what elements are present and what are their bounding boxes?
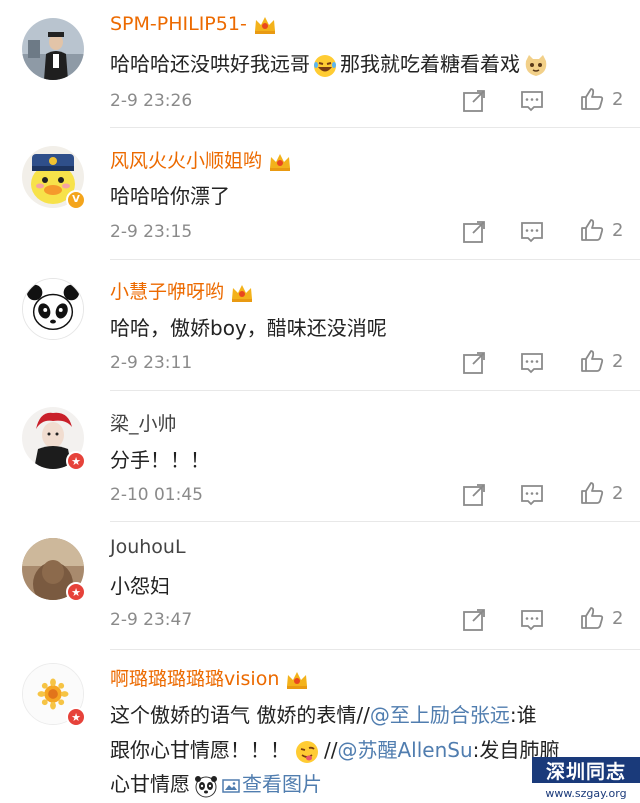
member-badge-icon: ★	[66, 451, 86, 471]
comment-text: 分手！！！	[110, 448, 210, 472]
avatar[interactable]: ★	[22, 663, 86, 727]
mention-link[interactable]: @苏醒AllenSu	[337, 738, 472, 762]
watermark-logo: 深圳同志	[532, 757, 640, 783]
timestamp: 2-9 23:15	[110, 222, 193, 242]
like-count: 2	[612, 483, 624, 504]
comment-text-line3: 心甘情愿 查看图片	[110, 772, 322, 797]
comment-item: SPM-PHILIP51- 哈哈哈还没哄好我远哥 那我就吃着糖看着戏 2-9 23…	[0, 0, 640, 128]
comment-item: 小慧子咿呀哟 哈哈，傲娇boy，醋味还没消呢 2-9 23:11 2	[0, 260, 640, 391]
mention-link[interactable]: @至上励合张远	[370, 703, 510, 727]
like-icon[interactable]	[579, 217, 605, 243]
username[interactable]: 梁_小帅	[110, 409, 177, 436]
username[interactable]: SPM-PHILIP51-	[110, 13, 277, 35]
avatar[interactable]: ★	[22, 407, 86, 471]
comment-item: ★ JouhouL 小怨妇 2-9 23:47 2	[0, 522, 640, 650]
timestamp: 2-9 23:47	[110, 610, 193, 630]
view-image-link[interactable]: 查看图片	[222, 772, 322, 796]
avatar[interactable]: ★	[22, 538, 86, 602]
wink-tongue-emoji-icon	[296, 740, 318, 763]
like-icon[interactable]	[579, 348, 605, 374]
like-icon[interactable]	[579, 605, 605, 631]
comment-text: 哈哈哈你漂了	[110, 184, 230, 208]
vip-crown-icon	[287, 671, 308, 689]
comment-text: 小怨妇	[110, 574, 170, 598]
comment-item: V 风风火火小顺姐哟 哈哈哈你漂了 2-9 23:15 2	[0, 128, 640, 260]
laughing-tears-emoji-icon	[314, 54, 336, 77]
watermark-url: www.szgay.org	[532, 783, 640, 803]
timestamp: 2-9 23:26	[110, 91, 193, 111]
vip-crown-icon	[254, 16, 275, 34]
like-icon[interactable]	[579, 480, 605, 506]
share-icon[interactable]	[461, 350, 487, 376]
comment-text: 哈哈，傲娇boy，醋味还没消呢	[110, 316, 387, 340]
timestamp: 2-10 01:45	[110, 485, 203, 505]
like-count: 2	[612, 351, 624, 372]
comment-icon[interactable]	[519, 88, 545, 114]
comment-item: ★ 梁_小帅 分手！！！ 2-10 01:45 2	[0, 391, 640, 522]
share-icon[interactable]	[461, 88, 487, 114]
comment-icon[interactable]	[519, 607, 545, 633]
like-count: 2	[612, 89, 624, 110]
avatar[interactable]	[22, 18, 84, 80]
comment-icon[interactable]	[519, 482, 545, 508]
verified-badge-icon: V	[66, 190, 86, 210]
like-count: 2	[612, 608, 624, 629]
cat-face-emoji-icon	[525, 54, 547, 76]
avatar[interactable]	[22, 278, 84, 340]
username[interactable]: 啊璐璐璐璐璐vision	[110, 664, 309, 691]
vip-crown-icon	[270, 153, 291, 171]
comment-text-line1: 这个傲娇的语气 傲娇的表情//@至上励合张远:谁	[110, 703, 537, 727]
share-icon[interactable]	[461, 219, 487, 245]
username[interactable]: 小慧子咿呀哟	[110, 277, 254, 304]
timestamp: 2-9 23:11	[110, 353, 193, 373]
panda-face-emoji-icon	[195, 775, 217, 797]
share-icon[interactable]	[461, 482, 487, 508]
comment-text: 哈哈哈还没哄好我远哥 那我就吃着糖看着戏	[110, 48, 549, 79]
avatar[interactable]: V	[22, 146, 86, 210]
username[interactable]: 风风火火小顺姐哟	[110, 146, 292, 173]
image-icon	[222, 778, 240, 793]
comment-icon[interactable]	[519, 350, 545, 376]
vip-crown-icon	[232, 284, 253, 302]
member-badge-icon: ★	[66, 582, 86, 602]
comment-text-line2: 跟你心甘情愿！！！//@苏醒AllenSu:发自肺腑	[110, 734, 559, 765]
username[interactable]: JouhouL	[110, 536, 186, 558]
like-icon[interactable]	[579, 86, 605, 112]
member-badge-icon: ★	[66, 707, 86, 727]
comment-icon[interactable]	[519, 219, 545, 245]
like-count: 2	[612, 220, 624, 241]
share-icon[interactable]	[461, 607, 487, 633]
